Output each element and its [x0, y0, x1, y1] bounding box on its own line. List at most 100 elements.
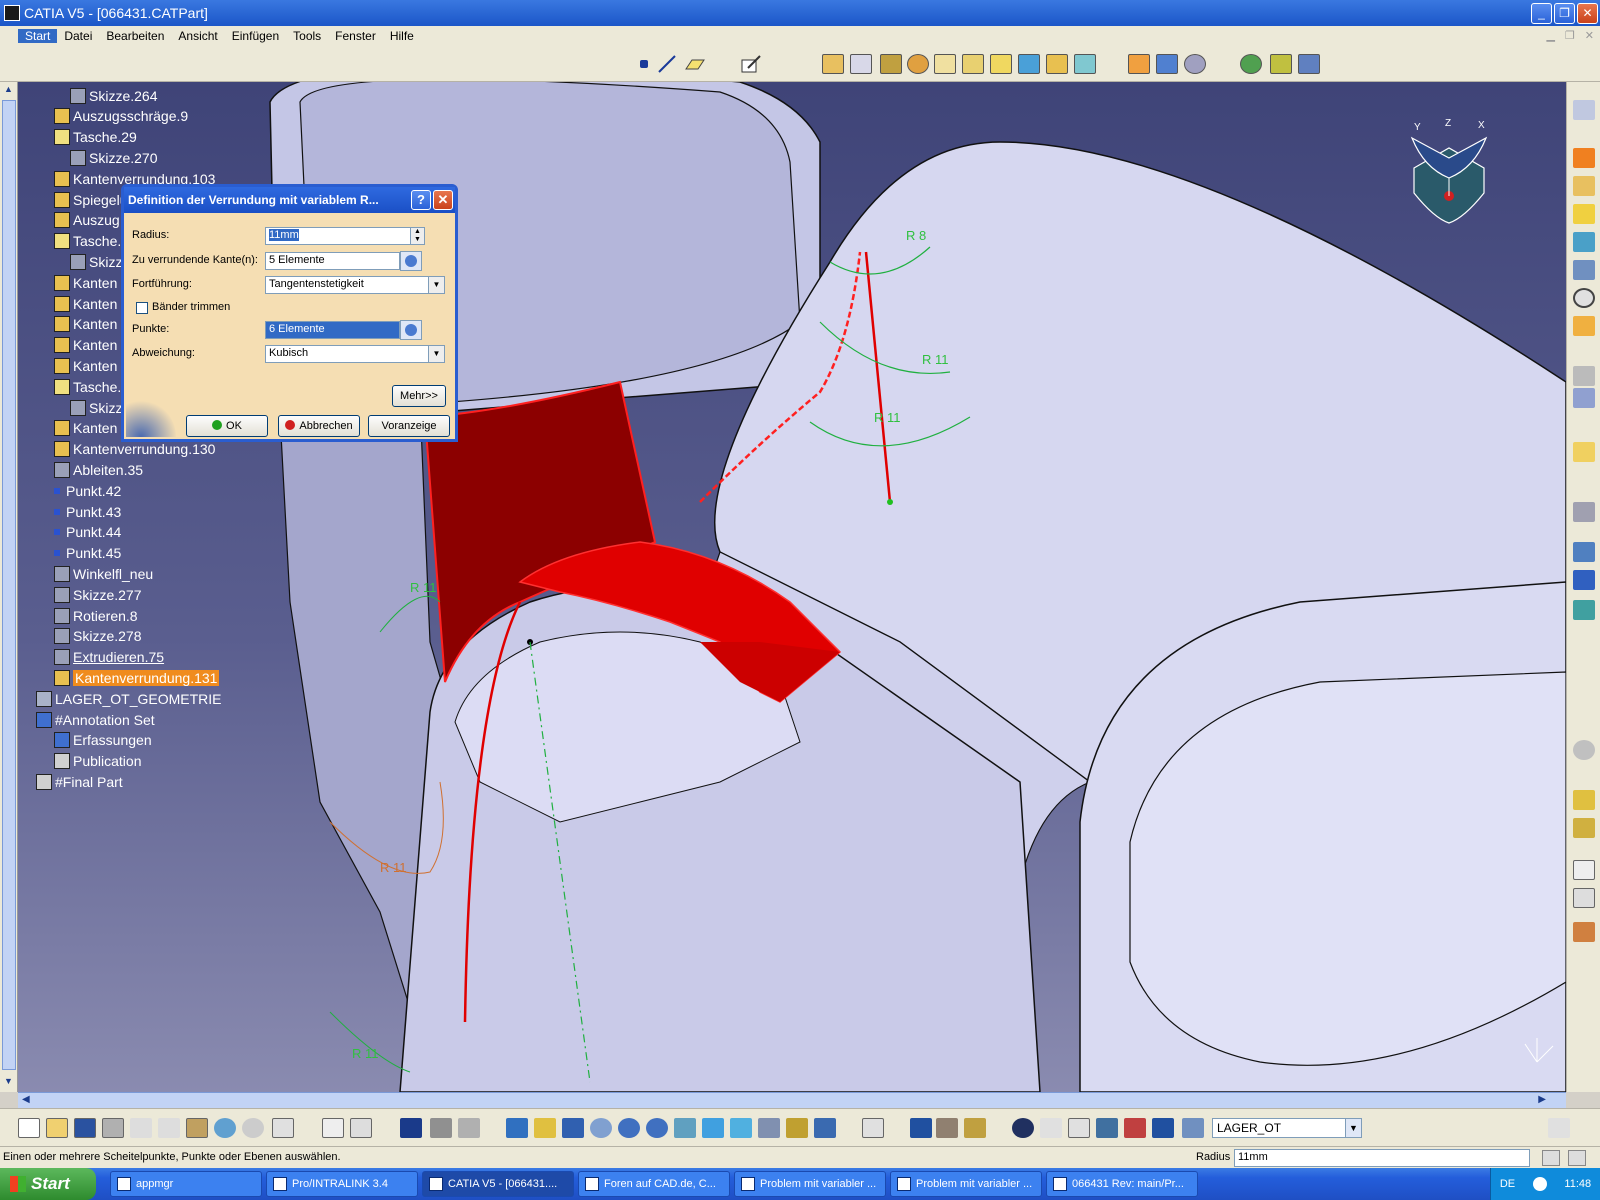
scroll-left-icon[interactable]: ◀: [22, 1094, 30, 1105]
table-icon[interactable]: [400, 1118, 422, 1138]
annotation-set-icon[interactable]: [1573, 818, 1595, 838]
annotation-icon[interactable]: [1573, 790, 1595, 810]
restore-button[interactable]: ❐: [1554, 2, 1575, 24]
analysis-icon[interactable]: [1573, 542, 1595, 562]
close-button[interactable]: ✕: [1577, 2, 1598, 24]
tree-item[interactable]: Erfassungen: [54, 731, 152, 750]
clock[interactable]: 11:48: [1564, 1178, 1591, 1190]
measure-inertia-icon[interactable]: [964, 1118, 986, 1138]
list-icon[interactable]: [1152, 1118, 1174, 1138]
shading-icon[interactable]: [758, 1118, 780, 1138]
tree-item[interactable]: Skizze.277: [54, 585, 141, 604]
binary-icon[interactable]: [1068, 1118, 1090, 1138]
multi-view-icon[interactable]: [702, 1118, 724, 1138]
tree-item[interactable]: Punkt.43: [54, 502, 121, 521]
undo-icon[interactable]: [214, 1118, 236, 1138]
tree-item[interactable]: Punkt.45: [54, 544, 121, 563]
sew-icon[interactable]: [1573, 388, 1595, 408]
swap-visible-space-icon[interactable]: [814, 1118, 836, 1138]
compass-icon[interactable]: [1404, 118, 1494, 228]
scroll-up-icon[interactable]: ▲: [4, 84, 13, 94]
tree-item[interactable]: Rotieren.8: [54, 606, 138, 625]
radius-spinner[interactable]: ▲ ▼: [410, 227, 425, 245]
taskbar-item-problem-2[interactable]: Problem mit variabler ...: [890, 1171, 1042, 1197]
points-field[interactable]: 6 Elemente: [265, 321, 400, 339]
tree-item[interactable]: Kantenverrundung.131: [54, 668, 220, 687]
layer-icon[interactable]: [1573, 442, 1595, 462]
tree-item[interactable]: Kanten: [54, 294, 117, 313]
trim-ribbons-checkbox[interactable]: [136, 302, 148, 314]
chevron-down-icon[interactable]: ▼: [428, 346, 444, 362]
hole-icon[interactable]: [934, 54, 956, 74]
fillet-icon[interactable]: [1573, 148, 1595, 168]
pattern-icon[interactable]: [1298, 54, 1320, 74]
draft-icon[interactable]: [1184, 54, 1206, 74]
tree-item[interactable]: Kanten: [54, 356, 117, 375]
remove-loft-icon[interactable]: [1074, 54, 1096, 74]
menu-start[interactable]: Start: [18, 29, 58, 43]
copy-icon[interactable]: [158, 1118, 180, 1138]
doc-close-icon[interactable]: ✕: [1585, 29, 1594, 42]
radius-label-r11[interactable]: R 11: [380, 860, 407, 875]
stiffener-icon[interactable]: [1018, 54, 1040, 74]
tree-item[interactable]: #Annotation Set: [36, 710, 155, 729]
thread-icon[interactable]: [1573, 260, 1595, 280]
tree-item[interactable]: Tasche.29: [54, 128, 137, 147]
apply-material-icon[interactable]: [862, 1118, 884, 1138]
taskbar-item-rev[interactable]: 066431 Rev: main/Pr...: [1046, 1171, 1198, 1197]
tree-item[interactable]: Kanten: [54, 273, 117, 292]
dialog-title-bar[interactable]: Definition der Verrundung mit variablem …: [124, 187, 455, 213]
tree-item[interactable]: Punkt.44: [54, 523, 121, 542]
shell-icon[interactable]: [1573, 204, 1595, 224]
tree-item[interactable]: Kantenverrundung.130: [54, 440, 215, 459]
tree-item[interactable]: LAGER_OT_GEOMETRIE: [36, 689, 221, 708]
scroll-right-icon[interactable]: ▶: [1538, 1094, 1546, 1105]
measure-icon[interactable]: [1573, 502, 1595, 522]
more-button[interactable]: Mehr>>: [392, 385, 446, 407]
menu-tools[interactable]: Tools: [286, 29, 328, 43]
draft-analysis-icon[interactable]: [1096, 1118, 1118, 1138]
stop-icon[interactable]: [1542, 1150, 1560, 1166]
menu-einfuegen[interactable]: Einfügen: [225, 29, 286, 43]
doc-minimize-icon[interactable]: ▁: [1546, 29, 1554, 42]
pocket-icon[interactable]: [850, 54, 872, 74]
ok-button[interactable]: OK: [186, 415, 268, 437]
select-arrow-icon[interactable]: [1573, 100, 1595, 120]
variation-select[interactable]: Kubisch ▼: [265, 345, 445, 363]
boolean-icon[interactable]: [1240, 54, 1262, 74]
open-file-icon[interactable]: [46, 1118, 68, 1138]
tree-item[interactable]: Skizze.278: [54, 627, 141, 646]
menu-datei[interactable]: Datei: [57, 29, 99, 43]
transform-icon[interactable]: [1270, 54, 1292, 74]
measure-between-icon[interactable]: [910, 1118, 932, 1138]
tree-item[interactable]: #Final Part: [36, 772, 123, 791]
tree-scrollbar-thumb[interactable]: [2, 100, 16, 1070]
points-selection-icon[interactable]: [400, 320, 422, 340]
tree-item[interactable]: Winkelfl_neu: [54, 564, 153, 583]
preview-button[interactable]: Voranzeige: [368, 415, 450, 437]
tree-item[interactable]: Publication: [54, 752, 142, 771]
menu-hilfe[interactable]: Hilfe: [383, 29, 421, 43]
minimize-button[interactable]: _: [1531, 2, 1552, 24]
power-input-field[interactable]: 11mm: [1234, 1149, 1530, 1167]
menu-fenster[interactable]: Fenster: [328, 29, 383, 43]
tray-app-icon[interactable]: [1532, 1177, 1547, 1191]
menu-bearbeiten[interactable]: Bearbeiten: [99, 29, 171, 43]
pad-icon[interactable]: [1573, 176, 1595, 196]
scroll-down-icon[interactable]: ▼: [4, 1076, 13, 1086]
language-indicator[interactable]: DE: [1500, 1178, 1515, 1190]
taskbar-item-intralink[interactable]: Pro/INTRALINK 3.4: [266, 1171, 418, 1197]
line-tool-icon[interactable]: [656, 54, 678, 74]
taskbar-item-catia[interactable]: CATIA V5 - [066431....: [422, 1171, 574, 1197]
tree-item[interactable]: Kanten: [54, 419, 117, 438]
resume-icon[interactable]: [1568, 1150, 1586, 1166]
loft-icon[interactable]: [1046, 54, 1068, 74]
normal-view-icon[interactable]: [674, 1118, 696, 1138]
redo-icon[interactable]: [242, 1118, 264, 1138]
split-icon[interactable]: [1573, 316, 1595, 336]
tree-item[interactable]: Extrudieren.75: [54, 648, 164, 667]
dimension-icon[interactable]: [1573, 922, 1595, 942]
pad-icon[interactable]: [822, 54, 844, 74]
radius-label-r11[interactable]: R 11: [410, 580, 437, 595]
taskbar-item-problem-1[interactable]: Problem mit variabler ...: [734, 1171, 886, 1197]
